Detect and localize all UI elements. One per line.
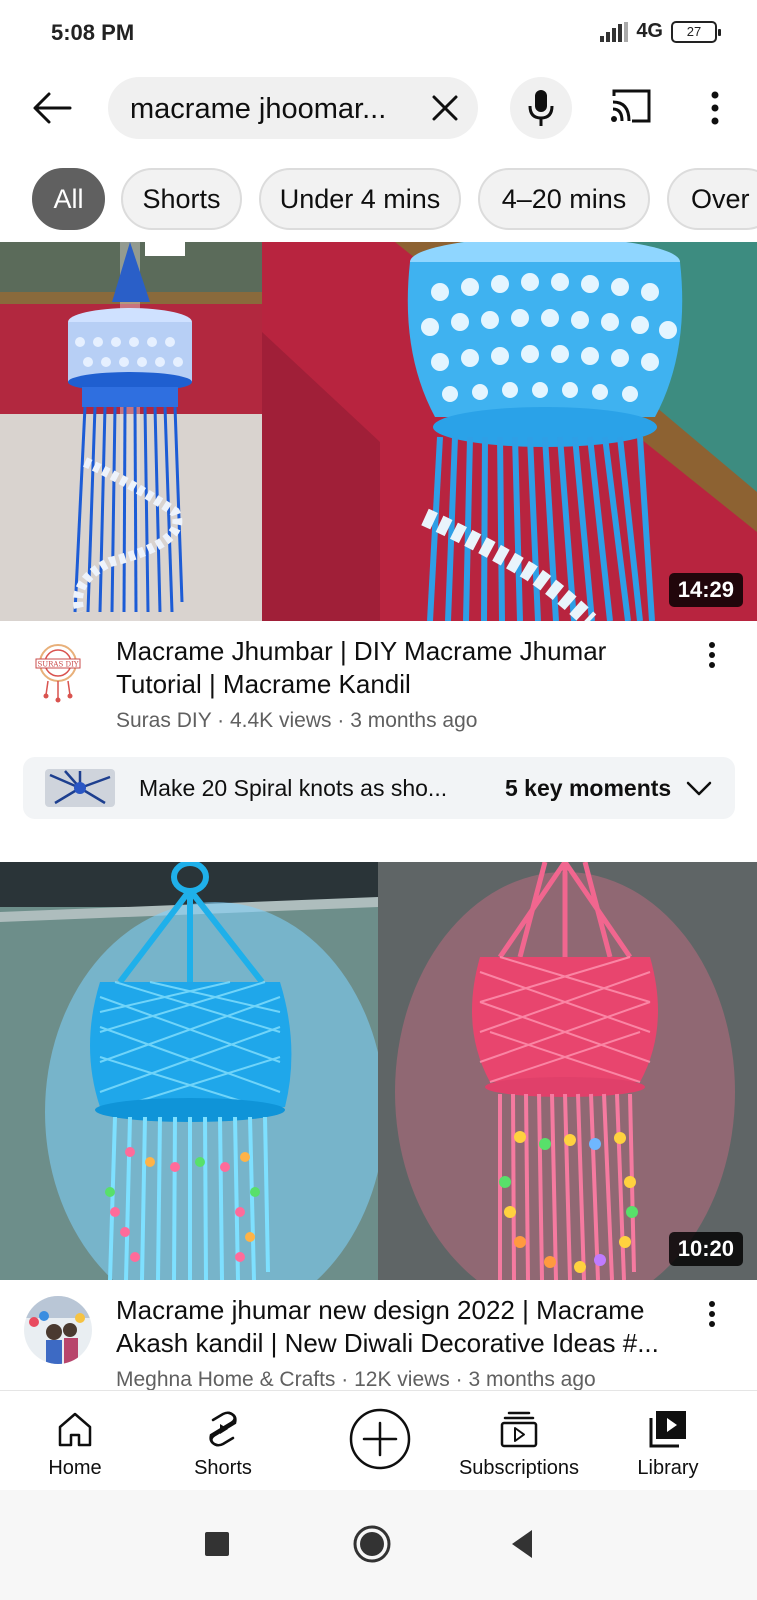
close-icon	[432, 95, 458, 121]
search-query: macrame jhoomar...	[130, 93, 387, 125]
video-meta: SURAS DIY Macrame Jhumbar | DIY Macrame …	[0, 621, 757, 861]
key-moments-bar[interactable]: Make 20 Spiral knots as sho... 5 key mom…	[23, 757, 735, 819]
create-icon	[349, 1408, 411, 1470]
search-header: macrame jhoomar...	[0, 70, 757, 146]
more-options-button[interactable]	[700, 88, 730, 128]
clear-search-button[interactable]	[430, 93, 460, 123]
system-navigation-bar	[0, 1490, 757, 1600]
battery-level: 27	[686, 24, 702, 39]
recents-button[interactable]	[195, 1522, 239, 1566]
chip-under-4-mins[interactable]: Under 4 mins	[259, 168, 461, 230]
signal-icon	[600, 21, 629, 42]
video-thumbnail[interactable]: 10:20	[0, 862, 757, 1280]
back-arrow-icon	[33, 92, 72, 124]
chip-all[interactable]: All	[32, 168, 105, 230]
home-system-button[interactable]	[350, 1522, 394, 1566]
video-subtitle: Suras DIY · 4.4K views · 3 months ago	[116, 709, 478, 732]
meghna-avatar-image	[24, 1296, 92, 1364]
channel-avatar[interactable]: SURAS DIY	[24, 637, 92, 705]
nav-shorts[interactable]: Shorts	[158, 1391, 288, 1491]
status-time: 5:08 PM	[51, 20, 135, 45]
more-vert-icon	[709, 642, 715, 668]
video-menu-button[interactable]	[700, 637, 724, 673]
bottom-navigation: Home Shorts Subscriptions Library	[0, 1390, 757, 1490]
chip-4-20-mins[interactable]: 4–20 mins	[478, 168, 650, 230]
suras-diy-logo: SURAS DIY	[24, 637, 92, 705]
video-title[interactable]: Macrame jhumar new design 2022 | Macrame…	[116, 1294, 676, 1360]
key-moment-text: Make 20 Spiral knots as sho...	[139, 775, 448, 801]
nav-library[interactable]: Library	[603, 1391, 733, 1491]
channel-avatar[interactable]	[24, 1296, 92, 1364]
home-icon	[58, 1412, 92, 1447]
back-system-button[interactable]	[500, 1522, 544, 1566]
nav-library-label: Library	[637, 1457, 699, 1479]
status-bar: 5:08 PM 4G 27	[0, 0, 757, 66]
nav-home-label: Home	[48, 1457, 102, 1479]
voice-search-button[interactable]	[510, 77, 572, 139]
search-input[interactable]: macrame jhoomar...	[108, 77, 478, 139]
more-vert-icon	[709, 1301, 715, 1327]
home-circle-icon	[353, 1525, 391, 1563]
avatar-text: SURAS DIY	[37, 661, 78, 669]
create-button[interactable]	[349, 1408, 411, 1470]
chip-shorts[interactable]: Shorts	[121, 168, 242, 230]
battery-icon: 27	[671, 20, 721, 43]
video-duration: 14:29	[668, 573, 743, 607]
back-triangle-icon	[512, 1530, 532, 1558]
video-title[interactable]: Macrame Jhumbar | DIY Macrame Jhumar Tut…	[116, 635, 676, 701]
more-vert-icon	[711, 91, 719, 125]
video-meta: Macrame jhumar new design 2022 | Macrame…	[0, 1280, 757, 1390]
video-subtitle: Meghna Home & Crafts · 12K views · 3 mon…	[116, 1368, 596, 1390]
expand-key-moments-button[interactable]	[686, 777, 712, 799]
network-type: 4G	[636, 20, 663, 42]
cast-icon	[611, 89, 651, 123]
thumbnail-image	[0, 862, 757, 1280]
nav-home[interactable]: Home	[10, 1391, 140, 1491]
shorts-icon	[209, 1411, 237, 1447]
key-moment-thumbnail	[45, 769, 115, 807]
back-button[interactable]	[30, 86, 74, 130]
video-thumbnail[interactable]: 14:29	[0, 242, 757, 621]
chip-over[interactable]: Over	[667, 168, 757, 230]
video-duration: 10:20	[668, 1232, 743, 1266]
subscriptions-icon	[500, 1411, 538, 1448]
cast-button[interactable]	[610, 88, 654, 128]
nav-shorts-label: Shorts	[194, 1457, 252, 1479]
thumbnail-image	[0, 242, 757, 621]
recents-icon	[205, 1532, 229, 1556]
key-moment-image	[45, 769, 115, 807]
library-icon	[649, 1411, 686, 1448]
nav-subscriptions-label: Subscriptions	[458, 1457, 580, 1479]
microphone-icon	[528, 90, 554, 126]
video-menu-button[interactable]	[700, 1296, 724, 1332]
chevron-down-icon	[686, 781, 712, 796]
status-indicators: 4G 27	[600, 20, 721, 43]
filter-chips: All Shorts Under 4 mins 4–20 mins Over	[0, 168, 757, 232]
key-moments-count: 5 key moments	[505, 775, 672, 801]
nav-subscriptions[interactable]: Subscriptions	[454, 1391, 584, 1491]
